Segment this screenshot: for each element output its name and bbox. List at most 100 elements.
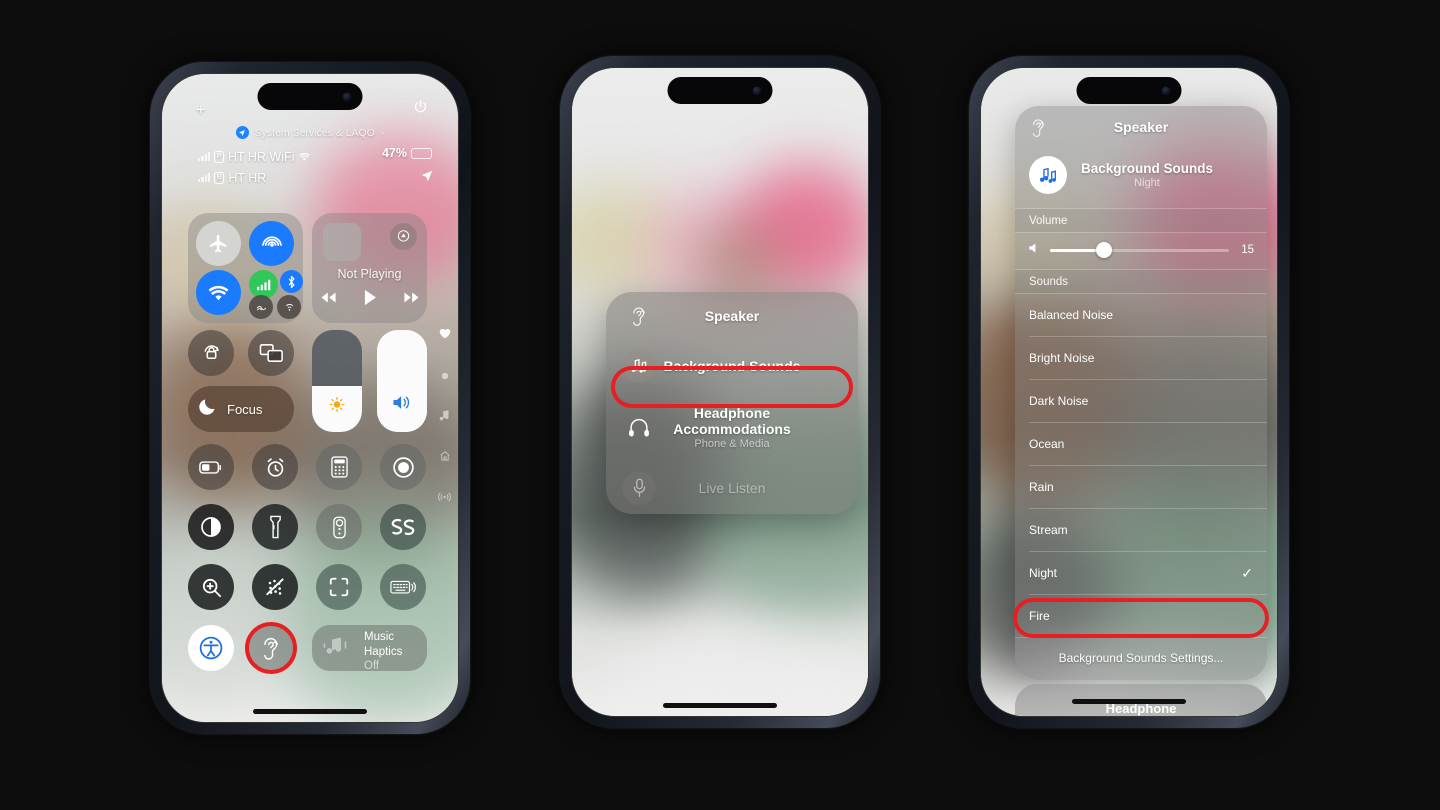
microphone-icon xyxy=(622,471,656,505)
tile-alarm[interactable] xyxy=(252,444,298,490)
tile-dark-mode[interactable] xyxy=(188,504,234,550)
headphone-line-1: Headphone xyxy=(693,404,771,421)
moon-icon xyxy=(197,396,218,422)
checkmark-icon: ✓ xyxy=(1241,564,1253,581)
tile-flashlight[interactable] xyxy=(252,504,298,550)
battery-status: 47% xyxy=(382,146,432,160)
system-services-label: System Services & LAQO xyxy=(254,126,375,139)
sound-row-stream[interactable]: Stream xyxy=(1015,509,1267,551)
album-art-placeholder xyxy=(323,223,361,261)
tile-magnifier[interactable] xyxy=(188,564,234,610)
home-indicator xyxy=(663,703,777,708)
focus-label: Focus xyxy=(227,401,263,417)
rotation-lock-toggle[interactable] xyxy=(188,330,234,376)
music-note-icon[interactable] xyxy=(439,408,450,426)
battery-icon xyxy=(411,147,432,159)
music-notes-icon xyxy=(1029,156,1067,194)
music-notes-icon xyxy=(622,349,656,383)
hearing-row-headphone-accommodations[interactable]: Headphone Accommodations Phone & Media xyxy=(606,392,858,462)
tile-keyboard-haptics[interactable] xyxy=(380,564,426,610)
sounds-section-label: Sounds xyxy=(1015,270,1267,293)
wifi-toggle[interactable] xyxy=(196,270,241,315)
hearing-button[interactable] xyxy=(248,625,294,671)
dynamic-island xyxy=(257,83,363,110)
add-control-button[interactable]: + xyxy=(196,101,206,118)
screen-mirroring-toggle[interactable] xyxy=(248,330,294,376)
airdrop-toggle[interactable] xyxy=(249,221,294,266)
sound-label: Bright Noise xyxy=(1029,351,1095,365)
carrier-name-1: HT HR WiFi xyxy=(227,149,295,164)
sound-row-fire[interactable]: Fire xyxy=(1015,595,1267,637)
volume-section-label: Volume xyxy=(1015,209,1267,232)
sound-row-night[interactable]: Night ✓ xyxy=(1015,552,1267,594)
volume-fill xyxy=(377,330,427,432)
tile-code-scanner[interactable] xyxy=(316,564,362,610)
hearing-row-background-sounds[interactable]: Background Sounds xyxy=(606,340,858,392)
signal-bars-icon-2 xyxy=(198,173,211,182)
personal-hotspot-toggle[interactable] xyxy=(277,295,301,319)
panel-header: Speaker xyxy=(1015,106,1267,148)
phone-2-screen: Speaker Background Sounds Headphone Acco… xyxy=(571,67,869,717)
chevron-right-icon: › xyxy=(380,126,385,139)
vpn-toggle[interactable] xyxy=(249,295,273,319)
active-sound-row[interactable]: Background Sounds Night xyxy=(1015,148,1267,208)
system-services-indicator[interactable]: System Services & LAQO › xyxy=(162,126,458,139)
signal-icon[interactable] xyxy=(438,490,451,508)
now-playing-module[interactable]: Not Playing xyxy=(312,213,427,323)
hearing-row-speaker[interactable]: Speaker xyxy=(606,292,858,340)
airplay-button[interactable] xyxy=(390,223,417,250)
airplane-mode-toggle[interactable] xyxy=(196,221,241,266)
sound-row-rain[interactable]: Rain xyxy=(1015,466,1267,508)
phone-2-hearing-menu: Speaker Background Sounds Headphone Acco… xyxy=(560,56,880,728)
forward-button[interactable] xyxy=(403,291,420,309)
phone-3-screen: Speaker Background Sounds Night Volume 1… xyxy=(980,67,1278,717)
hearing-row-live-listen[interactable]: Live Listen xyxy=(606,462,858,514)
sound-row-ocean[interactable]: Ocean xyxy=(1015,423,1267,465)
sim-label-2: B xyxy=(214,171,225,184)
active-sound-subtitle: Night xyxy=(1134,177,1160,189)
volume-track[interactable] xyxy=(1050,242,1229,258)
connectivity-module[interactable] xyxy=(188,213,303,323)
wifi-icon xyxy=(299,152,311,161)
hearing-headphone-labels: Headphone Accommodations Phone & Media xyxy=(656,405,808,450)
location-active-icon xyxy=(420,169,434,188)
tile-silence-notifications[interactable] xyxy=(252,564,298,610)
sound-label: Dark Noise xyxy=(1029,394,1089,408)
carrier-name-2: HT HR xyxy=(228,170,267,185)
sound-row-dark-noise[interactable]: Dark Noise xyxy=(1015,380,1267,422)
tile-calculator[interactable] xyxy=(316,444,362,490)
tile-shazam[interactable] xyxy=(380,504,426,550)
music-haptics-line1: Music xyxy=(364,631,395,643)
tile-screen-recording[interactable] xyxy=(380,444,426,490)
bluetooth-toggle[interactable] xyxy=(280,270,303,293)
sound-row-bright-noise[interactable]: Bright Noise xyxy=(1015,337,1267,379)
volume-slider[interactable] xyxy=(377,330,427,432)
volume-value-label: 15 xyxy=(1241,244,1254,256)
tile-low-power-mode[interactable] xyxy=(188,444,234,490)
now-playing-title: Not Playing xyxy=(337,267,402,281)
focus-toggle[interactable]: Focus xyxy=(188,386,294,432)
accessibility-shortcuts-button[interactable] xyxy=(188,625,234,671)
ear-icon xyxy=(1029,117,1048,141)
headphone-subtitle: Phone & Media xyxy=(694,437,770,450)
play-button[interactable] xyxy=(363,289,377,311)
page-rail xyxy=(438,326,451,508)
rewind-button[interactable] xyxy=(320,291,337,309)
signal-bars-icon xyxy=(198,152,211,161)
heart-icon[interactable] xyxy=(439,326,451,344)
background-sounds-settings-link[interactable]: Background Sounds Settings... xyxy=(1015,638,1267,680)
phone-1-screen: + System Services & LAQO › P HT HR WiFi xyxy=(161,73,459,723)
power-icon[interactable] xyxy=(413,99,428,119)
brightness-slider[interactable] xyxy=(312,330,362,432)
dynamic-island xyxy=(667,77,773,104)
sound-label: Ocean xyxy=(1029,437,1065,451)
speaker-icon xyxy=(1028,241,1041,259)
music-haptics-tile[interactable]: Music Haptics Off xyxy=(312,625,427,672)
volume-slider-row[interactable]: 15 xyxy=(1015,233,1267,269)
tile-apple-tv-remote[interactable] xyxy=(316,504,362,550)
home-icon[interactable] xyxy=(439,449,451,467)
hearing-speaker-label: Speaker xyxy=(704,308,760,324)
sound-row-balanced-noise[interactable]: Balanced Noise xyxy=(1015,294,1267,336)
music-haptics-line2: Haptics xyxy=(364,645,403,658)
dot-icon[interactable] xyxy=(441,367,449,385)
